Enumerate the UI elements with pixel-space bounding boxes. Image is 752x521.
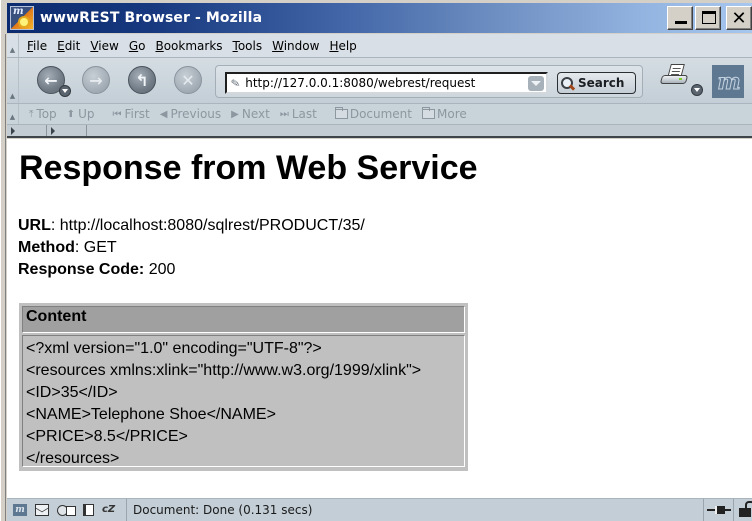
menu-go[interactable]: Go [124,39,151,53]
menu-edit[interactable]: Edit [52,39,85,53]
sitenav-top[interactable]: ⤒ Top [29,107,57,121]
response-code-label: Response Code: [18,261,145,278]
url-label: URL [18,217,51,234]
print-dropdown[interactable] [691,84,703,96]
sitenav-previous[interactable]: ◀ Previous [160,107,221,121]
status-bar: m cZ Document: Done (0.131 secs) [7,498,752,521]
minimize-icon [675,21,687,24]
collapse-triangle-icon: ▲ [9,113,16,121]
stop-button[interactable]: ✕ [174,66,202,94]
content-line: <ID>35</ID> [26,384,118,401]
title-bar[interactable]: m wwwREST Browser - Mozilla ✕ [7,3,752,33]
sitenav-document[interactable]: Document [334,107,412,121]
reload-button[interactable]: ↰ [128,66,156,94]
sitenav-up[interactable]: ⬆ Up [67,107,95,121]
security-status[interactable] [733,499,752,521]
next-icon: ▶ [231,108,239,120]
folder-icon [334,107,348,119]
navigator-icon[interactable]: m [13,504,27,516]
navigation-toolbar: ▲ ← → ↰ ✕ ✎ http://127.0.0.1:8080/webres… [7,58,752,104]
content-table: Content <?xml version="1.0" encoding="UT… [19,303,468,471]
search-button[interactable]: Search [557,72,636,94]
folder-icon [422,107,435,119]
window-title: wwwREST Browser - Mozilla [40,10,263,26]
maximize-icon [702,11,716,24]
reload-icon: ↰ [135,70,149,90]
online-status[interactable] [703,499,733,521]
url-text[interactable]: http://127.0.0.1:8080/webrest/request [245,76,528,90]
magnifier-icon [561,76,574,90]
up-arrow-icon: ⬆ [66,108,76,120]
last-icon: ⏭ [279,108,289,120]
throbber[interactable]: m [712,65,744,98]
site-navigation-bar: ▲ ⤒ Top ⬆ Up ⏮ First ◀ Previous ▶ Next ⏭ Last … [7,104,752,125]
top-arrow-icon: ⤒ [29,108,34,120]
close-icon: ✕ [731,7,747,29]
content-line: </resources> [26,450,120,467]
menu-file[interactable]: File [19,39,52,53]
sitenav-grip[interactable]: ▲ [7,104,19,124]
forward-arrow-icon: → [89,70,103,90]
stop-icon: ✕ [181,70,195,90]
url-history-dropdown[interactable] [528,75,544,91]
method-value: : GET [74,239,117,256]
method-row: Method: GET [18,237,365,259]
content-body: <?xml version="1.0" encoding="UTF-8"?> <… [22,335,465,467]
sitenav-last[interactable]: ⏭ Last [280,107,317,121]
online-plug-icon [706,506,731,514]
menu-help[interactable]: Help [324,39,361,53]
chatzilla-icon[interactable]: cZ [102,504,120,516]
url-input[interactable]: ✎ http://127.0.0.1:8080/webrest/request [225,72,548,94]
browser-window: m wwwREST Browser - Mozilla ✕ ▲ File Edi… [0,0,752,521]
mozilla-app-icon[interactable]: m [10,6,34,30]
collapsed-toolbars [7,125,752,138]
sitenav-first[interactable]: ⏮ First [112,107,149,121]
first-icon: ⏮ [112,108,122,120]
url-value: : http://localhost:8080/sqlrest/PRODUCT/… [50,217,365,234]
content-line: <?xml version="1.0" encoding="UTF-8"?> [26,340,322,357]
sitenav-more[interactable]: More [422,107,467,121]
collapse-triangle-icon: ▲ [9,92,16,100]
menu-bar: ▲ File Edit View Go Bookmarks Tools Wind… [7,34,752,58]
page-title: Response from Web Service [19,149,478,187]
back-history-dropdown[interactable] [59,85,71,97]
expand-toolbar-1[interactable] [7,125,47,136]
menu-window[interactable]: Window [267,39,324,53]
forward-button[interactable]: → [82,66,110,94]
url-row: URL: http://localhost:8080/sqlrest/PRODU… [18,215,365,237]
expand-toolbar-2[interactable] [47,125,87,136]
minimize-button[interactable] [667,6,693,30]
content-line: <PRICE>8.5</PRICE> [26,428,188,445]
content-header: Content [22,306,465,333]
print-button[interactable] [659,64,691,92]
previous-icon: ◀ [159,108,168,120]
page-proxy-icon[interactable]: ✎ [230,76,241,90]
page-content: Response from Web Service URL: http://lo… [7,139,752,498]
menu-tools[interactable]: Tools [228,39,268,53]
menubar-grip[interactable]: ▲ [7,34,19,57]
unlocked-padlock-icon [738,500,752,517]
address-book-icon[interactable] [83,504,94,516]
content-line: <NAME>Telephone Shoe</NAME> [26,406,276,423]
menu-view[interactable]: View [85,39,123,53]
response-meta: URL: http://localhost:8080/sqlrest/PRODU… [18,215,365,281]
chat-icon[interactable] [57,504,76,516]
content-line: <resources xmlns:xlink="http://www.w3.or… [26,362,422,379]
maximize-button[interactable] [695,6,721,30]
mail-icon[interactable] [35,504,49,516]
close-button[interactable]: ✕ [726,6,752,30]
navbar-grip[interactable]: ▲ [7,58,19,103]
status-text: Document: Done (0.131 secs) [133,503,313,517]
response-code-value: 200 [144,261,176,278]
url-toolbar: ✎ http://127.0.0.1:8080/webrest/request … [215,65,643,98]
component-bar: m cZ [7,499,127,521]
menu-bookmarks[interactable]: Bookmarks [150,39,227,53]
method-label: Method [18,239,75,256]
sitenav-next[interactable]: ▶ Next [231,107,270,121]
back-arrow-icon: ← [44,70,58,90]
collapse-triangle-icon: ▲ [9,46,16,54]
response-code-row: Response Code: 200 [18,259,365,281]
mozilla-m-logo-icon: m [717,68,741,95]
